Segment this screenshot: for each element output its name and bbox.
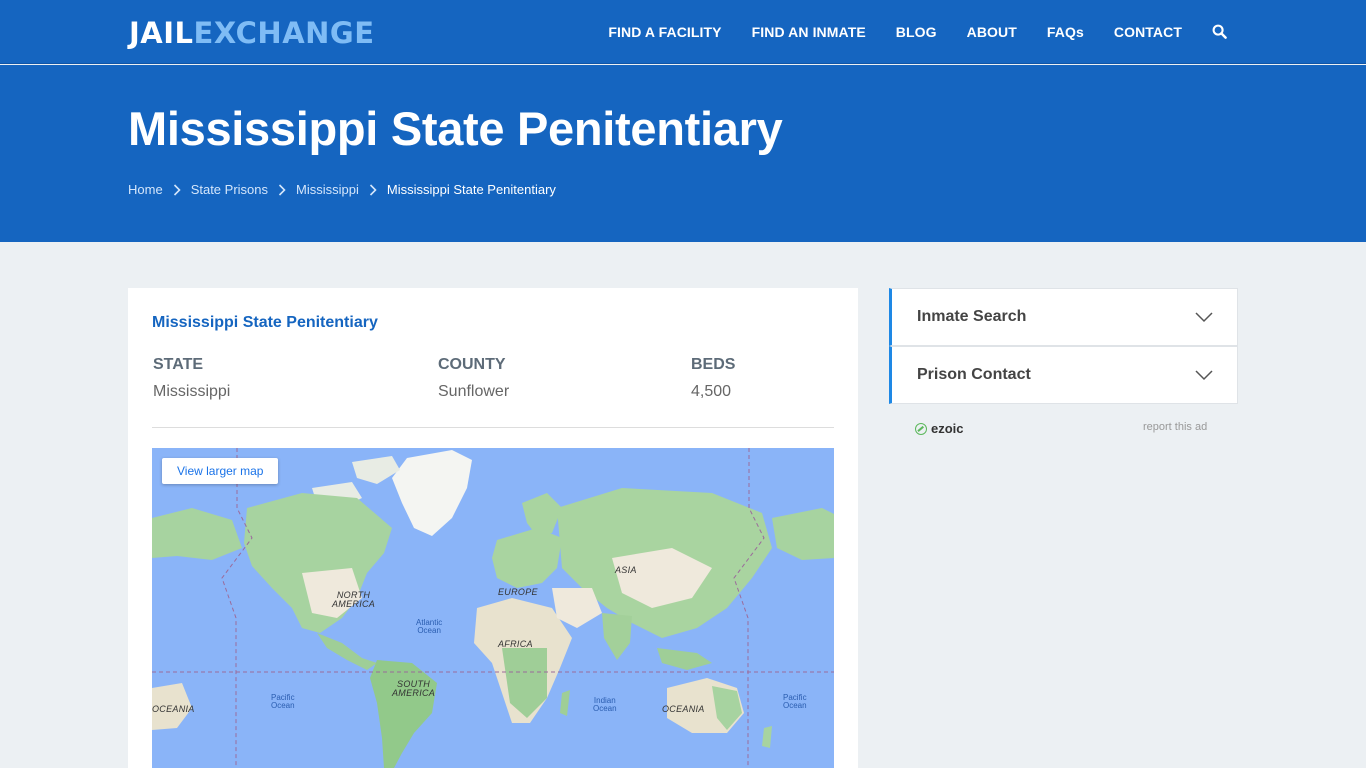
nav-about[interactable]: ABOUT xyxy=(967,24,1017,40)
map-label-europe: EUROPE xyxy=(498,587,538,597)
world-map-graphic xyxy=(152,448,834,768)
map-label-pacific-right-line2: Ocean xyxy=(783,701,807,710)
beds-label: BEDS xyxy=(691,356,736,373)
nav-faqs[interactable]: FAQs xyxy=(1047,24,1084,40)
accordion-prison-contact-title: Prison Contact xyxy=(917,366,1031,383)
divider xyxy=(152,427,834,428)
map-label-pacific-ocean-right: Pacific Ocean xyxy=(783,694,807,710)
map-label-pacific-line2: Ocean xyxy=(271,701,295,710)
ezoic-badge[interactable]: ezoic xyxy=(915,421,964,436)
nav-blog[interactable]: BLOG xyxy=(896,24,937,40)
embedded-map[interactable]: View larger map NORTH AMERICA SOUTH AMERIC… xyxy=(152,448,834,768)
state-label: STATE xyxy=(153,356,204,373)
map-label-indian-ocean: Indian Ocean xyxy=(593,697,617,713)
nav-find-facility[interactable]: FIND A FACILITY xyxy=(608,24,721,40)
main-nav: FIND A FACILITY FIND AN INMATE BLOG ABOU… xyxy=(578,0,1228,64)
chevron-down-icon xyxy=(1195,370,1213,381)
state-value: Mississippi xyxy=(153,383,231,400)
accordion-inmate-search[interactable]: Inmate Search xyxy=(889,288,1238,346)
breadcrumb-home[interactable]: Home xyxy=(128,182,163,197)
ezoic-brand-text: ezoic xyxy=(931,421,964,436)
accordion-prison-contact[interactable]: Prison Contact xyxy=(889,346,1238,404)
logo-part-jail: JAIL xyxy=(129,16,194,50)
map-label-africa: AFRICA xyxy=(498,639,533,649)
county-label: COUNTY xyxy=(438,356,506,373)
breadcrumb-mississippi[interactable]: Mississippi xyxy=(296,182,359,197)
map-label-atlantic-ocean: Atlantic Ocean xyxy=(416,619,442,635)
fact-state: STATE Mississippi xyxy=(153,356,230,401)
nav-contact[interactable]: CONTACT xyxy=(1114,24,1182,40)
breadcrumb-current: Mississippi State Penitentiary xyxy=(386,182,556,197)
fact-county: COUNTY Sunflower xyxy=(438,356,509,401)
facility-name[interactable]: Mississippi State Penitentiary xyxy=(152,314,378,332)
chevron-right-icon xyxy=(278,183,286,196)
chevron-right-icon xyxy=(369,183,377,196)
report-ad-link[interactable]: report this ad xyxy=(1143,421,1207,433)
accordion-inmate-search-title: Inmate Search xyxy=(917,308,1027,325)
facility-card: Mississippi State Penitentiary STATE Mis… xyxy=(128,288,858,768)
map-label-atlantic-line2: Ocean xyxy=(417,626,441,635)
fact-beds: BEDS 4,500 xyxy=(691,356,735,401)
chevron-right-icon xyxy=(173,183,181,196)
map-label-oceania-left: OCEANIA xyxy=(152,704,195,714)
nav-find-inmate[interactable]: FIND AN INMATE xyxy=(752,24,866,40)
map-label-north-america-line2: AMERICA xyxy=(332,599,376,609)
map-label-south-america-line2: AMERICA xyxy=(392,688,436,698)
chevron-down-icon xyxy=(1195,312,1213,323)
beds-value: 4,500 xyxy=(691,383,732,400)
map-label-indian-line2: Ocean xyxy=(593,704,617,713)
map-label-south-america: SOUTH AMERICA xyxy=(392,680,435,698)
map-label-asia: ASIA xyxy=(615,565,637,575)
breadcrumb-state-prisons[interactable]: State Prisons xyxy=(191,182,268,197)
map-label-north-america: NORTH AMERICA xyxy=(332,591,375,609)
county-value: Sunflower xyxy=(438,383,510,400)
logo-part-exchange: EXCHANGE xyxy=(193,16,375,50)
breadcrumb: Home State Prisons Mississippi Mississip… xyxy=(128,182,556,197)
top-navbar: JAILEXCHANGE FIND A FACILITY FIND AN INM… xyxy=(0,0,1366,64)
view-larger-map-button[interactable]: View larger map xyxy=(162,458,279,484)
map-label-oceania: OCEANIA xyxy=(662,704,705,714)
site-logo[interactable]: JAILEXCHANGE xyxy=(129,16,375,50)
ezoic-logo-icon xyxy=(915,422,927,435)
map-label-pacific-ocean: Pacific Ocean xyxy=(271,694,295,710)
search-icon[interactable] xyxy=(1212,24,1228,40)
hero-banner: Mississippi State Penitentiary Home Stat… xyxy=(0,65,1366,242)
page-title: Mississippi State Penitentiary xyxy=(128,102,783,155)
